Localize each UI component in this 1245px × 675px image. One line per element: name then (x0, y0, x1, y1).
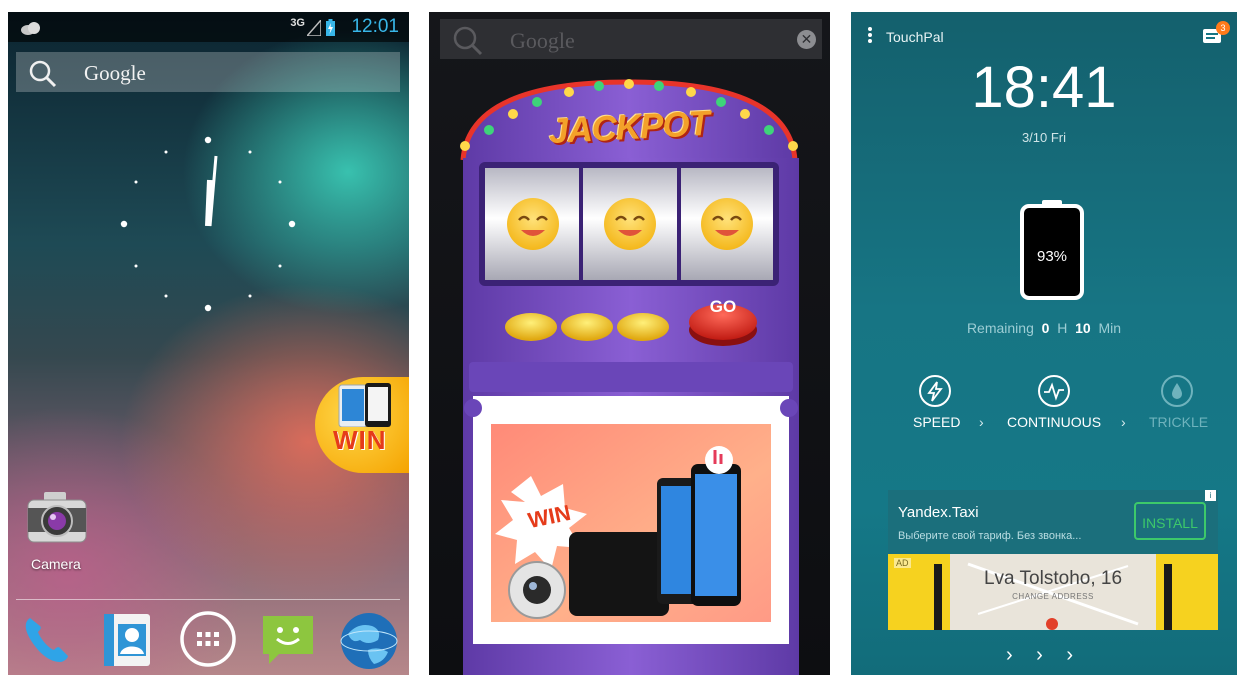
clock-time: 18:41 (971, 55, 1117, 120)
battery-percent: 93% (1036, 248, 1068, 265)
install-button[interactable]: INSTALL (1134, 502, 1206, 540)
ad-change-address: CHANGE ADDRESS (1012, 592, 1094, 601)
messaging-icon[interactable] (259, 610, 317, 668)
ad-card[interactable]: i Yandex.Taxi Выберите свой тариф. Без з… (888, 490, 1218, 630)
search-label: Google (84, 61, 146, 85)
go-button[interactable]: GO (691, 292, 755, 326)
reel-emoji (701, 198, 753, 250)
battery-charging-icon (326, 19, 335, 36)
reel-emoji (604, 198, 656, 250)
bolt-icon (919, 375, 951, 407)
drop-icon (1161, 375, 1193, 407)
status-bar: 3G 12:01 (8, 12, 409, 42)
weather-cloud-icon (21, 22, 40, 35)
ad-title: Yandex.Taxi (898, 504, 979, 521)
ad-address: Lva Tolstoho, 16 (983, 568, 1123, 589)
close-icon[interactable]: ✕ (797, 30, 816, 49)
win-promo-badge[interactable]: WIN (315, 377, 409, 473)
phone-icon[interactable] (18, 610, 76, 668)
notification-count-badge: 3 (1216, 21, 1230, 35)
pulse-icon (1038, 375, 1070, 407)
google-search-bar-dimmed[interactable]: Google ✕ (440, 19, 822, 59)
jackpot-game-screen: Google ✕ JACKPOT GO WIN (429, 12, 830, 675)
mode-chevron: › (1121, 414, 1126, 430)
browser-icon[interactable] (338, 610, 400, 672)
dock-divider (16, 599, 400, 600)
ad-image: AD Lva Tolstoho, 16 CHANGE ADDRESS (888, 554, 1218, 630)
search-label: Google (510, 28, 575, 53)
status-time: 12:01 (351, 16, 399, 37)
remaining-time: Remaining 0 H 10 Min (851, 320, 1237, 336)
phone-promo-image (338, 383, 391, 427)
app-dock (8, 608, 409, 675)
remaining-h-unit: H (1057, 320, 1068, 336)
signal-icon (307, 20, 321, 36)
remaining-minutes: 10 (1075, 320, 1091, 336)
touchpal-lockscreen: TouchPal 3 18:41 3/10 Fri 93% Remaining … (851, 12, 1237, 675)
remaining-prefix: Remaining (966, 320, 1034, 336)
win-label: WIN (333, 425, 387, 455)
mode-continuous: CONTINUOUS (1007, 414, 1102, 430)
analog-clock-widget[interactable] (108, 132, 308, 332)
mode-speed: SPEED (913, 414, 961, 430)
remaining-min-unit: Min (1098, 320, 1122, 336)
ad-badge: AD (894, 558, 911, 568)
slot-machine (460, 79, 799, 675)
contacts-icon[interactable] (100, 610, 156, 668)
app-name: TouchPal (886, 29, 944, 45)
mode-chevron: › (979, 414, 984, 430)
tap-hand-icon (705, 446, 733, 474)
app-drawer-icon[interactable] (179, 610, 237, 668)
network-type: 3G (290, 17, 305, 29)
google-search-bar[interactable]: Google (16, 52, 400, 92)
ad-info-icon[interactable]: i (1205, 490, 1216, 501)
overflow-menu-icon[interactable] (867, 26, 873, 44)
reel-emoji (507, 198, 559, 250)
camera-app-icon[interactable] (26, 490, 88, 546)
search-icon (453, 26, 483, 56)
search-icon (29, 60, 57, 88)
swipe-arrows[interactable]: › › › (851, 644, 1237, 667)
ad-description: Выберите свой тариф. Без звонка... (898, 530, 1082, 542)
clock-date: 3/10 Fri (1021, 130, 1067, 145)
camera-app-label: Camera (31, 556, 81, 572)
android-home-screen: 3G 12:01 Google WIN Camera (8, 12, 409, 675)
mode-trickle: TRICKLE (1149, 414, 1209, 430)
remaining-hours: 0 (1041, 320, 1050, 336)
